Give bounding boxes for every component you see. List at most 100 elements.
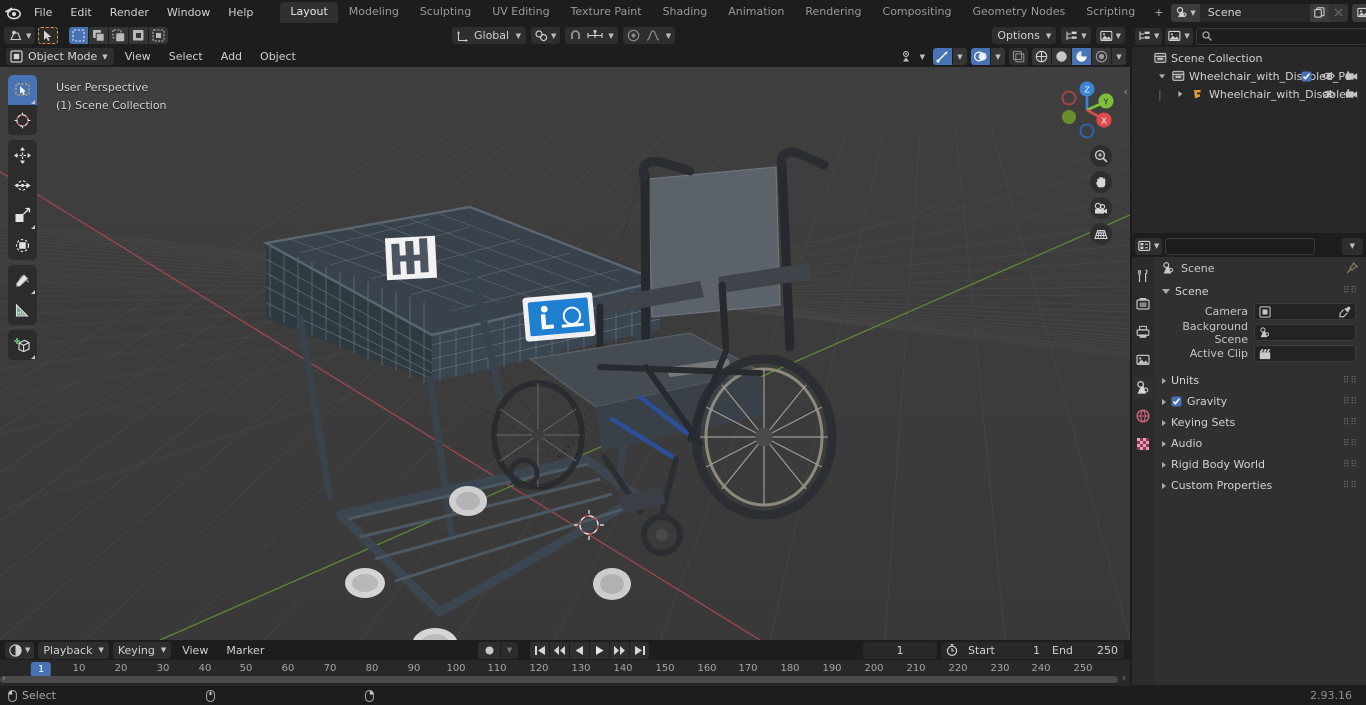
properties-tab-view-layer[interactable]: [1133, 349, 1153, 371]
shading-solid-button[interactable]: [1052, 48, 1071, 65]
scene-name[interactable]: Scene: [1199, 3, 1310, 22]
shading-wireframe-button[interactable]: [1032, 48, 1051, 65]
prop-field-active-clip[interactable]: [1254, 345, 1356, 362]
panel-drag-dots[interactable]: ⠿⠿: [1343, 376, 1358, 385]
viewport-menu-object[interactable]: Object: [253, 48, 303, 65]
workspace-tab-rendering[interactable]: Rendering: [795, 2, 871, 23]
hide-in-viewport-eye-icon[interactable]: [1322, 71, 1335, 81]
view-layer-browse-icon[interactable]: ▼: [1351, 3, 1366, 22]
workspace-tab-compositing[interactable]: Compositing: [873, 2, 962, 23]
proportional-editing-group[interactable]: ▼: [622, 27, 676, 44]
panel-scene-header[interactable]: Scene ⠿⠿: [1154, 281, 1366, 301]
panel-gravity-header[interactable]: Gravity ⠿⠿: [1154, 391, 1366, 412]
properties-tab-render[interactable]: [1133, 293, 1153, 315]
tool-move[interactable]: [8, 140, 37, 170]
jump-to-start-button[interactable]: [530, 641, 549, 659]
viewport-sidebar-toggle[interactable]: ‹: [1124, 85, 1128, 98]
expander-down-icon[interactable]: [1158, 72, 1166, 80]
timeline-marker-menu[interactable]: Marker: [219, 642, 271, 659]
timeline-keying-menu[interactable]: Keying ▼: [112, 641, 172, 659]
tool-transform[interactable]: [8, 230, 37, 260]
navigation-gizmo[interactable]: Z Y X: [1054, 77, 1120, 143]
disable-in-renders-camera-icon[interactable]: [1345, 71, 1358, 81]
timeline-editor-type-selector[interactable]: ▼: [5, 641, 35, 659]
auto-keying-button[interactable]: [478, 641, 500, 659]
view-layer-selector[interactable]: ▼ View Layer: [1351, 3, 1366, 22]
prop-field-camera[interactable]: [1254, 303, 1356, 320]
panel-drag-dots[interactable]: ⠿⠿: [1343, 397, 1358, 406]
outliner-row-wheelchair-object[interactable]: | Wheelchair_with_Disable: [1132, 85, 1366, 103]
panel-drag-dots[interactable]: ⠿⠿: [1343, 460, 1358, 469]
workspace-tab-sculpting[interactable]: Sculpting: [410, 2, 481, 23]
outliner-tree[interactable]: Scene Collection Wheelchair_with_Disable…: [1132, 47, 1366, 233]
outliner-search-field[interactable]: [1215, 29, 1361, 43]
toggle-perspective-icon[interactable]: [1090, 223, 1112, 245]
zoom-icon[interactable]: [1090, 145, 1112, 167]
viewport-menu-select[interactable]: Select: [162, 48, 210, 65]
outliner-row-scene-collection[interactable]: Scene Collection: [1132, 49, 1366, 67]
gizmo-options-dropdown[interactable]: ▼: [953, 48, 967, 65]
workspace-tab-layout[interactable]: Layout: [280, 2, 338, 23]
properties-tab-output[interactable]: [1133, 321, 1153, 343]
prop-field-background-scene[interactable]: [1254, 324, 1356, 341]
show-gizmo-button[interactable]: [933, 48, 952, 65]
editor-type-selector[interactable]: ▼: [4, 27, 36, 44]
select-set-button[interactable]: [69, 27, 89, 44]
show-overlays-button[interactable]: [971, 48, 990, 65]
tool-scale[interactable]: [8, 200, 37, 230]
timeline-scrollbar[interactable]: [0, 676, 1118, 683]
timeline-scroll-left-handle[interactable]: ›: [2, 673, 6, 684]
panel-drag-dots[interactable]: ⠿⠿: [1343, 287, 1358, 296]
outliner-editor-type[interactable]: ▼: [1061, 27, 1091, 44]
menu-render[interactable]: Render: [101, 3, 158, 22]
properties-editor-type-selector[interactable]: ▼: [1135, 237, 1163, 255]
unlink-scene-button[interactable]: [1328, 3, 1348, 22]
new-scene-button[interactable]: [1309, 3, 1329, 22]
transform-orientation-selector[interactable]: Global ▼: [452, 27, 526, 44]
workspace-tab-animation[interactable]: Animation: [718, 2, 794, 23]
outliner-editor-type-selector[interactable]: ▼: [1135, 27, 1163, 45]
hide-in-viewport-eye-icon[interactable]: [1322, 89, 1335, 99]
shading-rendered-button[interactable]: [1092, 48, 1111, 65]
shading-options-dropdown[interactable]: ▼: [1112, 48, 1126, 65]
panel-custom-properties-header[interactable]: Custom Properties ⠿⠿: [1154, 475, 1366, 496]
gravity-checkbox[interactable]: [1171, 396, 1182, 407]
add-workspace-button[interactable]: +: [1146, 3, 1171, 23]
shading-material-preview-button[interactable]: [1072, 48, 1091, 65]
select-extend-button[interactable]: [89, 27, 109, 44]
pan-hand-icon[interactable]: [1090, 171, 1112, 193]
scene-selector[interactable]: ▼ Scene: [1171, 3, 1348, 22]
menu-file[interactable]: File: [25, 3, 61, 22]
panel-keying-sets-header[interactable]: Keying Sets ⠿⠿: [1154, 412, 1366, 433]
timeline-playback-menu[interactable]: Playback ▼: [38, 641, 109, 659]
workspace-tab-scripting[interactable]: Scripting: [1076, 2, 1145, 23]
blender-logo-icon[interactable]: [4, 3, 21, 23]
outliner-display-mode-selector[interactable]: ▼: [1165, 27, 1193, 45]
scene-browse-icon[interactable]: ▼: [1171, 3, 1200, 22]
start-frame-field[interactable]: Start 1: [962, 644, 1046, 657]
play-button[interactable]: [590, 641, 609, 659]
object-visibility-selector[interactable]: ▼: [897, 48, 929, 65]
jump-to-end-button[interactable]: [630, 641, 649, 659]
eyedropper-icon[interactable]: [1339, 306, 1351, 318]
stopwatch-icon[interactable]: [941, 644, 962, 656]
select-intersect-button[interactable]: [149, 27, 169, 44]
menu-help[interactable]: Help: [219, 3, 262, 22]
overlay-options-dropdown[interactable]: ▼: [991, 48, 1005, 65]
outliner-search-input[interactable]: [1195, 27, 1366, 45]
timeline-view-menu[interactable]: View: [175, 642, 215, 659]
current-frame-field[interactable]: 1: [863, 641, 937, 659]
properties-editor-type[interactable]: ▼: [1095, 27, 1125, 44]
interaction-mode-selector[interactable]: Object Mode ▼: [6, 48, 114, 65]
select-subtract-button[interactable]: [109, 27, 129, 44]
menu-edit[interactable]: Edit: [61, 3, 100, 22]
properties-search-input[interactable]: [1165, 237, 1321, 255]
workspace-tab-uv-editing[interactable]: UV Editing: [482, 2, 559, 23]
workspace-tab-texture-paint[interactable]: Texture Paint: [561, 2, 652, 23]
tool-annotate[interactable]: [8, 265, 37, 295]
properties-search-field[interactable]: [1175, 239, 1321, 253]
snap-group[interactable]: ▼: [565, 27, 618, 44]
menu-window[interactable]: Window: [158, 3, 219, 22]
properties-tab-texture[interactable]: [1133, 433, 1153, 455]
toggle-xray-button[interactable]: [1009, 48, 1028, 65]
